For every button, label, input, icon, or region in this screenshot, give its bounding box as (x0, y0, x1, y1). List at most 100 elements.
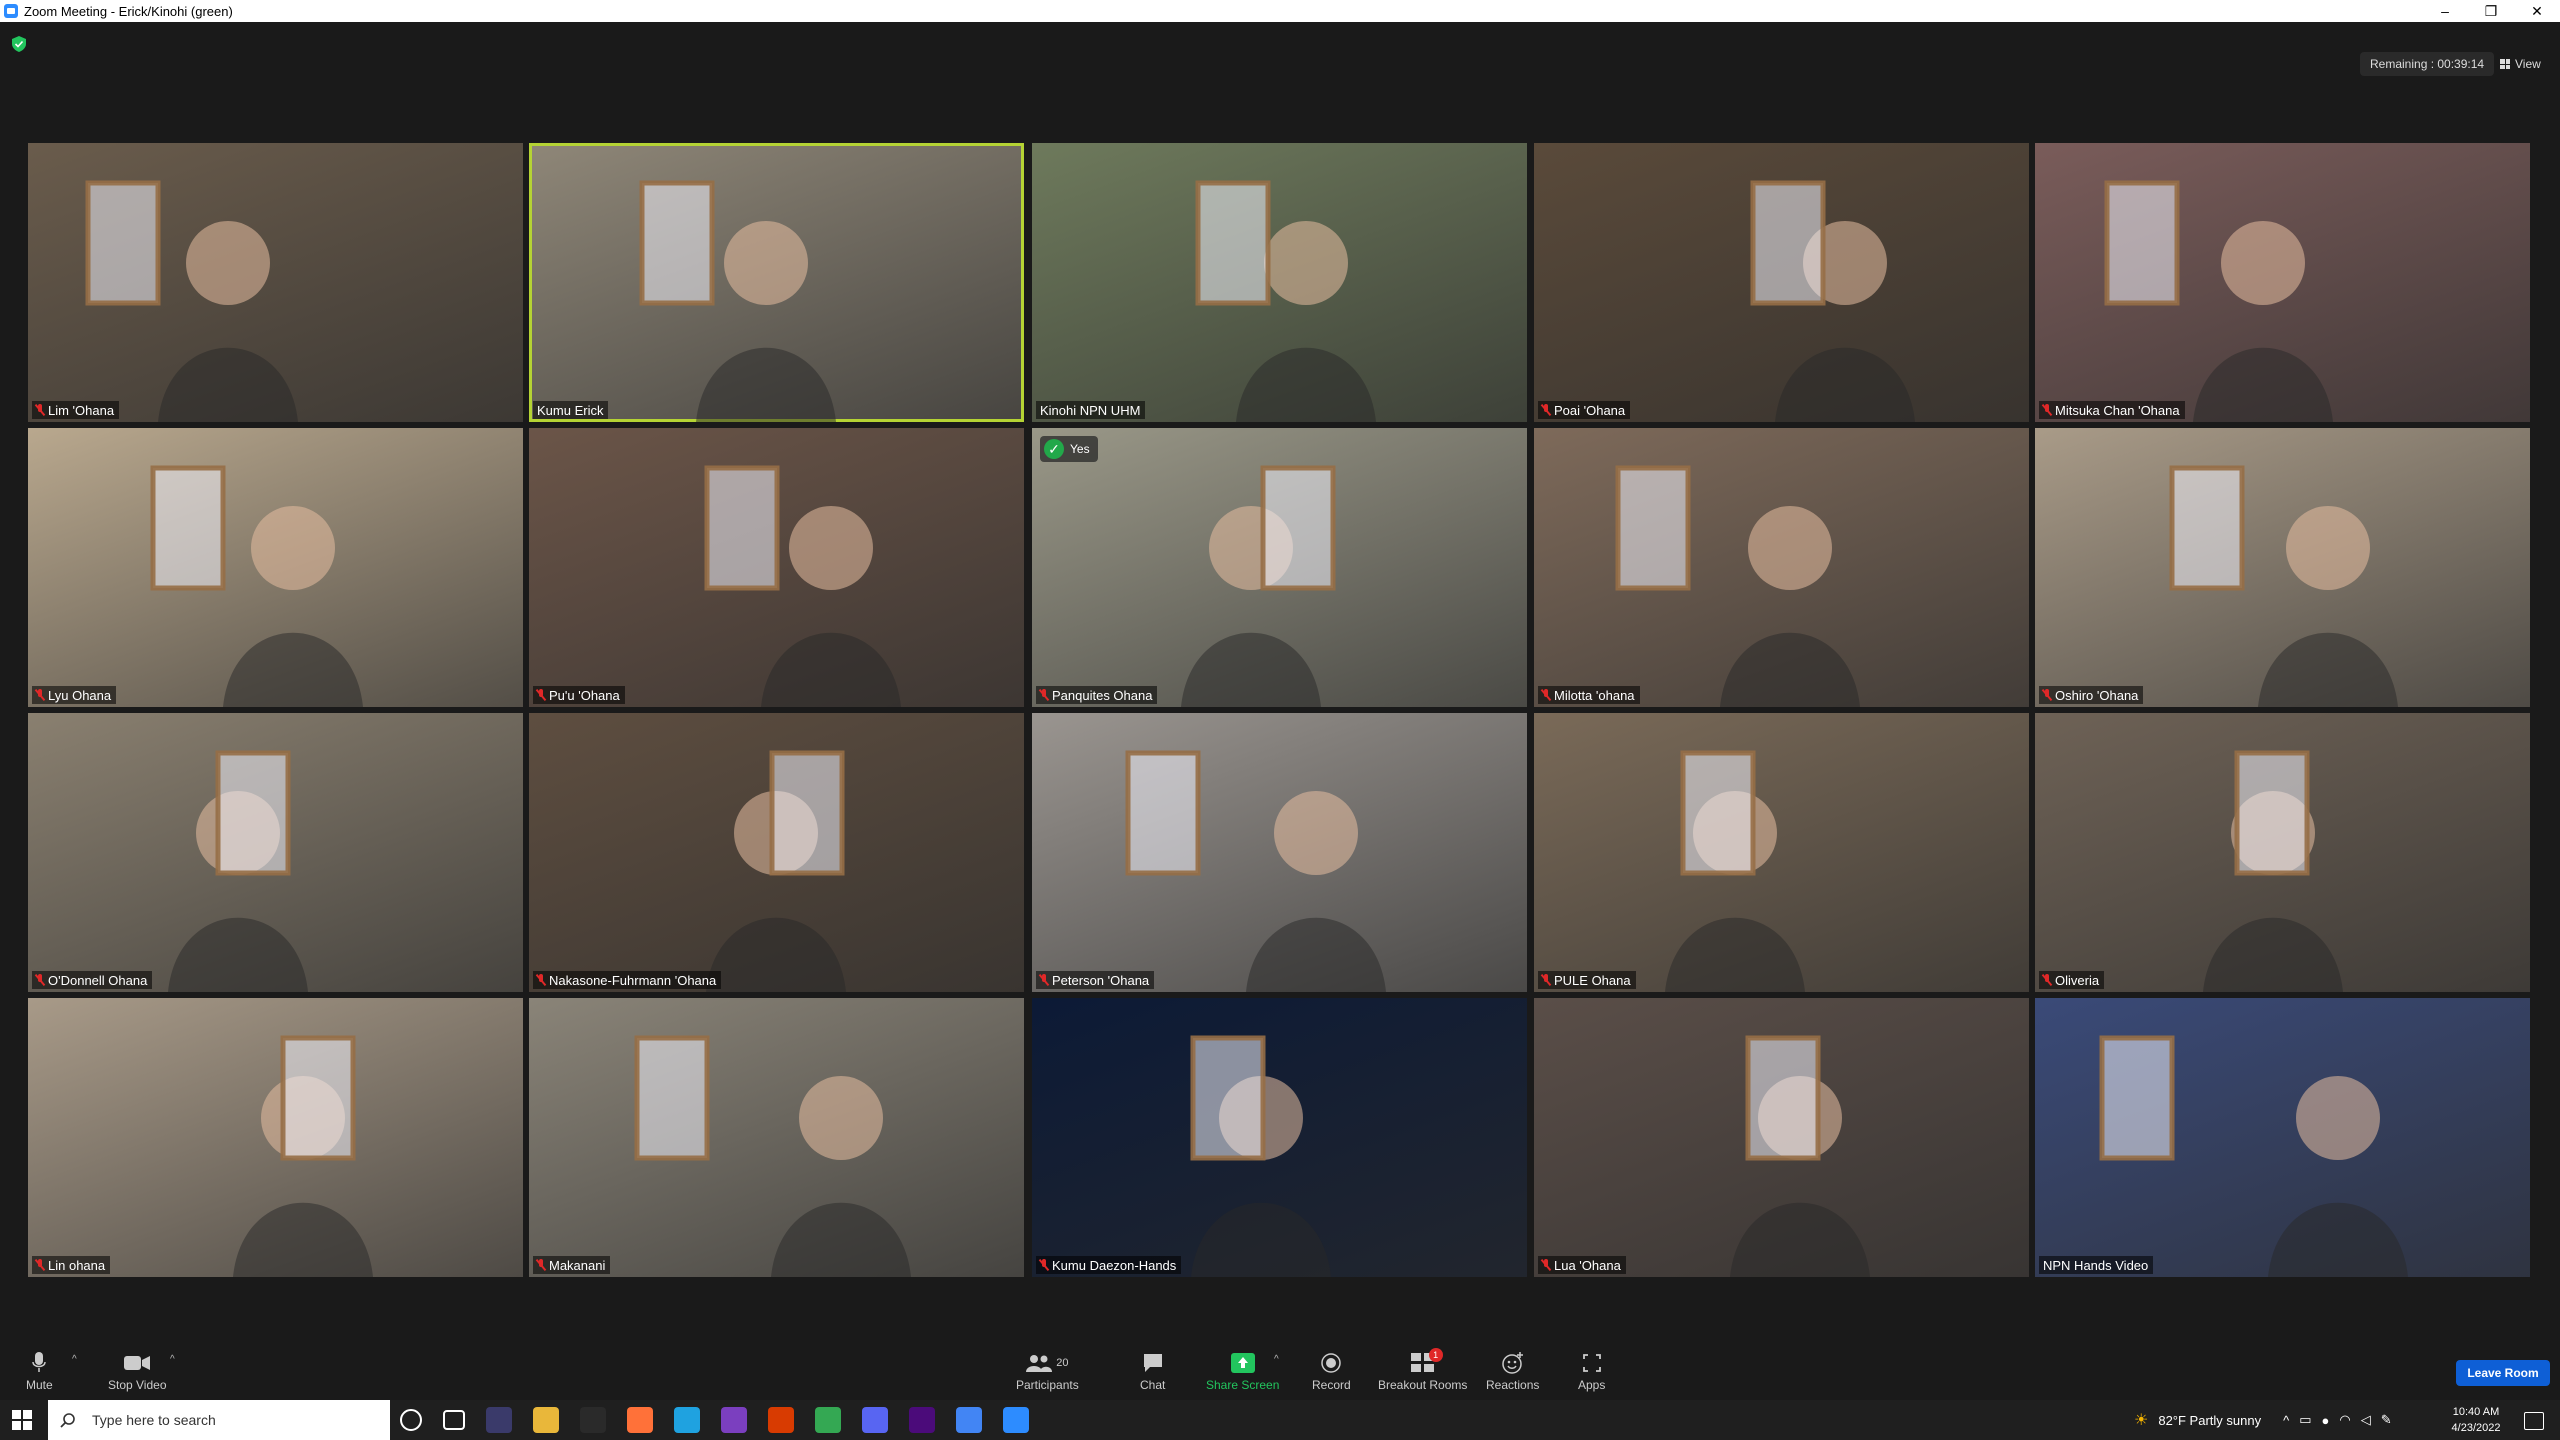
participant-tile[interactable]: Lyu Ohana (28, 428, 523, 707)
participant-tile[interactable]: Oliveria (2035, 713, 2530, 992)
participant-video (1730, 1035, 1870, 1277)
participant-video (2169, 465, 2398, 707)
reactions-icon (1501, 1352, 1523, 1374)
participant-tile[interactable]: Pu'u 'Ohana (529, 428, 1024, 707)
cortana-icon[interactable] (400, 1409, 422, 1431)
office-icon[interactable] (768, 1407, 794, 1433)
clock-time: 10:40 AM (2452, 1406, 2500, 1418)
participant-name-label: Lyu Ohana (32, 686, 117, 704)
file-explorer-icon[interactable] (533, 1407, 559, 1433)
muted-microphone-icon (1040, 689, 1048, 701)
maximize-button[interactable]: ❐ (2468, 0, 2514, 22)
feedback-label: Yes (1070, 442, 1090, 456)
zoom-icon[interactable] (1003, 1407, 1029, 1433)
participant-name: Oliveria (2055, 972, 2100, 988)
volume-icon[interactable]: ◁ (2361, 1412, 2371, 1428)
participant-tile[interactable]: Milotta 'ohana (1534, 428, 2029, 707)
network-icon[interactable]: ▭ (2299, 1412, 2311, 1428)
premiere-icon[interactable] (909, 1407, 935, 1433)
participant-name: Panquites Ohana (1052, 687, 1153, 703)
participant-name-label: Lua 'Ohana (1538, 1256, 1626, 1274)
record-button[interactable]: Record (1312, 1352, 1351, 1392)
participant-video (1190, 1035, 1331, 1277)
participant-tile[interactable]: Peterson 'Ohana (1032, 713, 1527, 992)
participant-name-label: Oshiro 'Ohana (2039, 686, 2144, 704)
participant-name: PULE Ohana (1554, 972, 1631, 988)
video-camera-icon (124, 1356, 151, 1370)
participant-video (1181, 465, 1336, 707)
taskbar-clock[interactable]: 10:40 AM 4/23/2022 (2436, 1404, 2516, 1436)
microphone-tray-icon[interactable]: ● (2322, 1413, 2330, 1428)
visual-studio-icon[interactable] (721, 1407, 747, 1433)
terminal-icon[interactable] (580, 1407, 606, 1433)
chrome-alt-icon[interactable] (956, 1407, 982, 1433)
chrome-icon[interactable] (815, 1407, 841, 1433)
participant-tile[interactable]: Kumu Erick (529, 143, 1024, 422)
share-screen-button[interactable]: Share Screen (1206, 1352, 1279, 1392)
participant-tile[interactable]: Oshiro 'Ohana (2035, 428, 2530, 707)
mute-button[interactable]: Mute (26, 1352, 53, 1392)
participant-video (1665, 750, 1805, 992)
participant-tile[interactable]: Kinohi NPN UHM (1032, 143, 1527, 422)
participants-button[interactable]: 20 Participants (1016, 1352, 1079, 1392)
participant-tile[interactable]: NPN Hands Video (2035, 998, 2530, 1277)
stop-video-button[interactable]: Stop Video (108, 1352, 167, 1392)
participant-tile[interactable]: Poai 'Ohana (1534, 143, 2029, 422)
breakout-rooms-button[interactable]: 1 Breakout Rooms (1378, 1348, 1467, 1392)
participant-name-label: NPN Hands Video (2039, 1256, 2154, 1274)
participant-video (1125, 750, 1386, 992)
participant-tile[interactable]: ✓ Yes Panquites Ohana (1032, 428, 1527, 707)
participant-video (2099, 1035, 2408, 1277)
edge-icon[interactable] (674, 1407, 700, 1433)
participants-count: 20 (1056, 1357, 1069, 1369)
video-options-caret-icon[interactable]: ^ (170, 1354, 175, 1365)
reactions-button[interactable]: Reactions (1486, 1352, 1539, 1392)
view-button[interactable]: View (2500, 52, 2541, 76)
participant-tile[interactable]: Makanani (529, 998, 1024, 1277)
participant-tile[interactable]: Lim 'Ohana (28, 143, 523, 422)
pen-icon[interactable]: ✎ (2381, 1412, 2392, 1428)
mute-options-caret-icon[interactable]: ^ (72, 1354, 77, 1365)
participant-name-label: Mitsuka Chan 'Ohana (2039, 401, 2185, 419)
participant-tile[interactable]: Lin ohana (28, 998, 523, 1277)
participant-tile[interactable]: PULE Ohana (1534, 713, 2029, 992)
firefox-icon[interactable] (627, 1407, 653, 1433)
tray-expand-icon[interactable]: ^ (2283, 1413, 2289, 1428)
participant-name: Lin ohana (48, 1257, 106, 1273)
participant-tile[interactable]: Kumu Daezon-Hands (1032, 998, 1527, 1277)
participant-name: NPN Hands Video (2043, 1257, 2149, 1273)
wifi-icon[interactable]: ◠ (2339, 1412, 2350, 1428)
search-icon (60, 1412, 82, 1428)
chat-button[interactable]: Chat (1140, 1352, 1165, 1392)
notifications-icon[interactable] (2524, 1412, 2544, 1430)
meeting-toolbar: Mute ^ Stop Video ^ 20 Participants Chat… (0, 1338, 2560, 1400)
weather-icon[interactable]: ☀ (2134, 1410, 2148, 1430)
task-view-icon[interactable] (443, 1410, 465, 1430)
weather-text[interactable]: 82°F Partly sunny (2158, 1413, 2261, 1428)
participant-name: Kinohi NPN UHM (1040, 402, 1141, 418)
participant-tile[interactable]: O'Donnell Ohana (28, 713, 523, 992)
minimize-button[interactable]: – (2422, 0, 2468, 22)
leave-room-button[interactable]: Leave Room (2456, 1360, 2550, 1386)
participant-video (706, 750, 846, 992)
close-button[interactable]: ✕ (2514, 0, 2560, 22)
participant-video (639, 180, 836, 422)
discord-icon[interactable] (862, 1407, 888, 1433)
share-screen-icon (1230, 1353, 1255, 1373)
breakout-notification-badge: 1 (1428, 1348, 1443, 1362)
taskbar-search-box[interactable]: Type here to search (48, 1400, 390, 1440)
muted-microphone-icon (1040, 974, 1048, 986)
chat-icon (1143, 1354, 1162, 1372)
obs-icon[interactable] (486, 1407, 512, 1433)
shield-check-icon[interactable] (12, 36, 26, 52)
participant-tile[interactable]: Nakasone-Fuhrmann 'Ohana (529, 713, 1024, 992)
participant-tile[interactable]: Mitsuka Chan 'Ohana (2035, 143, 2530, 422)
muted-microphone-icon (36, 689, 44, 701)
system-tray: ☀ 82°F Partly sunny ^ ▭ ● ◠ ◁ ✎ (2134, 1400, 2392, 1440)
participant-tile[interactable]: Lua 'Ohana (1534, 998, 2029, 1277)
muted-microphone-icon (1040, 1259, 1048, 1271)
grid-view-icon (2500, 59, 2510, 69)
share-options-caret-icon[interactable]: ^ (1274, 1354, 1279, 1365)
apps-button[interactable]: Apps (1578, 1352, 1605, 1392)
windows-start-icon[interactable] (12, 1410, 32, 1430)
